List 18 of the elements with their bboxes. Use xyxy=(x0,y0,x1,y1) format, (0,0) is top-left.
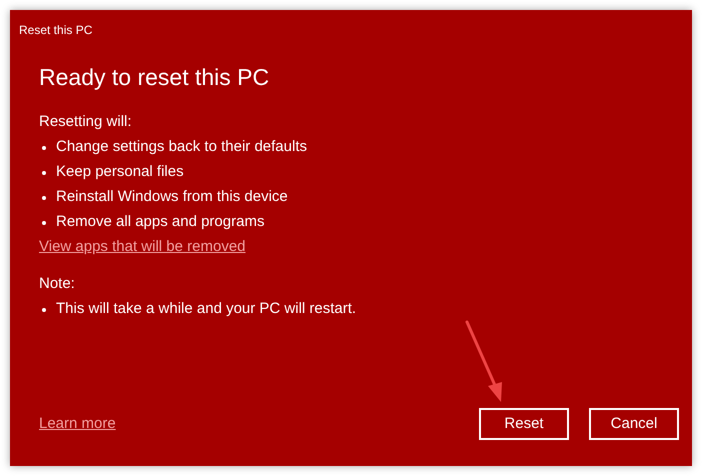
bullet-text: Remove all apps and programs xyxy=(56,212,264,232)
learn-more-link[interactable]: Learn more xyxy=(39,412,116,436)
bullet-text: Change settings back to their defaults xyxy=(56,137,307,158)
note-label: Note: xyxy=(39,274,75,294)
view-apps-link[interactable]: View apps that will be removed xyxy=(39,236,246,259)
bullet-icon xyxy=(42,196,46,200)
dialog-button[interactable]: Cancel xyxy=(589,408,679,440)
dialog-heading: Ready to reset this PC xyxy=(39,63,270,92)
bullet-text: Keep personal files xyxy=(56,162,184,182)
intro-text: Resetting will: xyxy=(39,112,132,132)
dialog-button[interactable]: Reset xyxy=(479,408,569,440)
bullet-icon xyxy=(42,146,46,150)
bullet-icon xyxy=(42,220,46,224)
bullet-icon xyxy=(42,308,46,312)
bullet-icon xyxy=(42,170,46,174)
bullet-text: This will take a while and your PC will restart. xyxy=(56,299,356,320)
window-title: Reset this PC xyxy=(19,23,92,37)
bullet-text: Reinstall Windows from this device xyxy=(56,187,288,208)
